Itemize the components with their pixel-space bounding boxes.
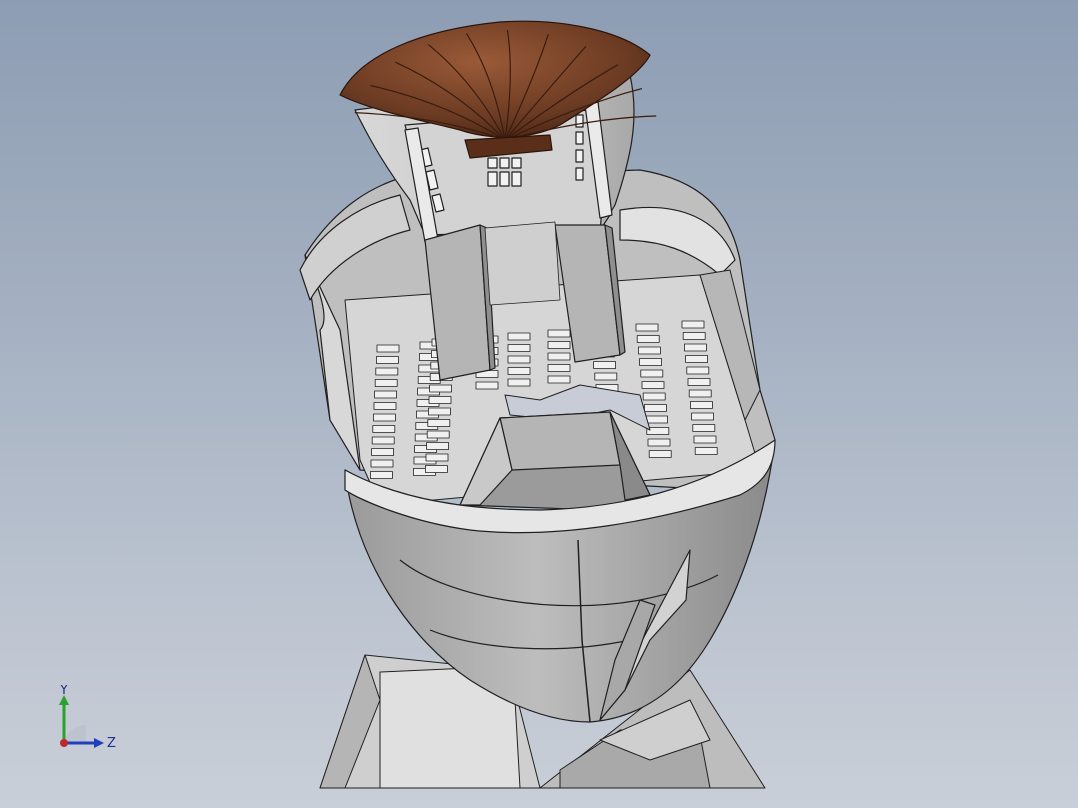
vent-slot: [635, 323, 659, 332]
vent-slot: [647, 438, 671, 447]
vent-slot: [424, 465, 448, 473]
vent-slot: [369, 471, 393, 479]
vent-slot: [372, 413, 396, 422]
vent-slot: [688, 389, 712, 398]
vent-slot: [427, 419, 451, 427]
vent-slot: [507, 332, 531, 341]
coordinate-triad: Y Z: [59, 685, 116, 751]
vent-slot: [425, 453, 449, 462]
vent-slot: [648, 450, 672, 458]
vent-slot: [685, 355, 708, 363]
vent-slot: [547, 329, 571, 338]
vent-slot: [507, 344, 531, 352]
vent-slot: [372, 425, 396, 433]
vent-slot: [374, 390, 398, 399]
vent-slot: [690, 401, 713, 409]
vent-slot: [376, 344, 400, 353]
vent-slot: [426, 430, 450, 439]
vent-slot: [429, 384, 453, 393]
vent-slot: [507, 367, 531, 375]
vent-slot: [507, 355, 531, 364]
vent-slot: [691, 412, 714, 421]
vent-slot: [684, 343, 707, 352]
vent-slot: [426, 442, 450, 450]
vent-slot: [428, 396, 452, 404]
vent-slot: [687, 378, 711, 386]
graphics-viewport[interactable]: Y Z: [0, 0, 1078, 808]
vent-slot: [375, 356, 399, 364]
ship-3d-model[interactable]: [0, 0, 1078, 808]
vent-slot: [547, 364, 571, 372]
vent-slot: [371, 448, 395, 456]
vent-slot: [686, 366, 710, 375]
x-axis-indicator: [60, 739, 68, 747]
vent-slot: [682, 332, 706, 340]
vent-slot: [373, 402, 397, 410]
y-axis-label: Y: [59, 685, 68, 698]
vent-slot: [645, 415, 668, 424]
z-axis-arrowhead: [94, 738, 104, 748]
vent-slot: [375, 367, 399, 376]
vent-slot: [374, 379, 398, 387]
vent-slot: [547, 352, 571, 361]
vent-slot: [594, 372, 618, 381]
vent-slot: [644, 404, 667, 412]
vent-slot: [636, 335, 660, 343]
vent-slot: [547, 375, 571, 384]
vent-slot: [371, 436, 395, 445]
vent-slot: [693, 435, 717, 444]
vent-slot: [370, 459, 394, 468]
vent-slot: [638, 346, 661, 355]
vent-slot: [427, 407, 451, 416]
vent-slot: [547, 341, 571, 349]
vent-slot: [681, 320, 705, 329]
z-axis-label: Z: [107, 736, 116, 751]
vent-slot: [641, 381, 665, 389]
vent-slot: [639, 358, 662, 366]
vent-slot: [640, 369, 664, 378]
vent-slot: [694, 447, 718, 455]
vent-slot: [475, 381, 499, 390]
vent-slot: [642, 392, 666, 401]
vent-slot: [593, 361, 616, 369]
vent-slot: [692, 424, 716, 432]
vent-slot: [507, 378, 531, 387]
